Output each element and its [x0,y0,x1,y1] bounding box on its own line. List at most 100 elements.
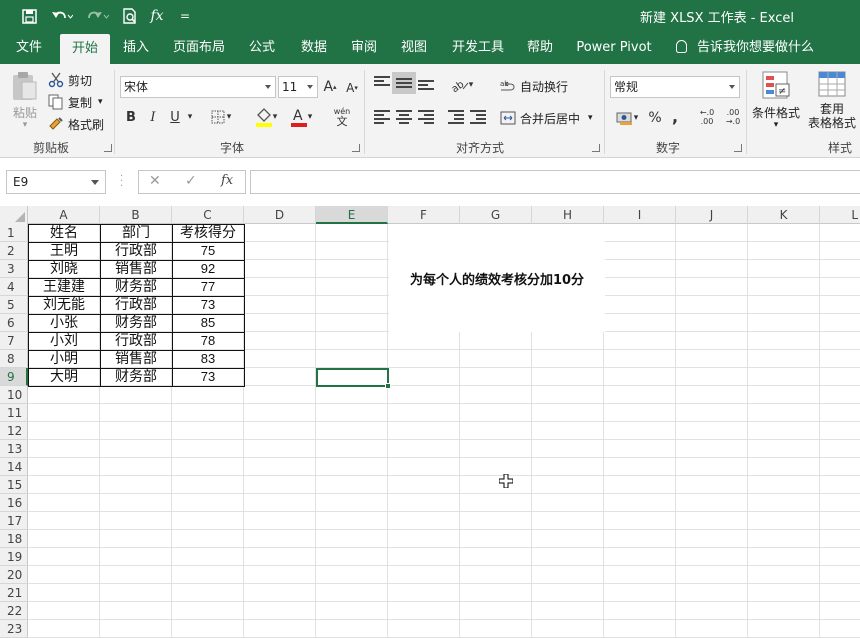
fill-color-button[interactable]: ▾ [252,106,280,128]
tab-data[interactable]: 数据 [292,32,336,64]
row-header[interactable]: 16 [0,494,28,512]
tab-formulas[interactable]: 公式 [240,32,284,64]
active-cell-e9[interactable] [316,368,391,389]
table-cell[interactable]: 85 [172,314,244,332]
tab-page-layout[interactable]: 页面布局 [166,32,232,64]
middle-align-button[interactable] [396,78,412,92]
row-header[interactable]: 13 [0,440,28,458]
comma-button[interactable]: , [668,106,682,126]
font-color-button[interactable]: A ▾ [286,106,316,128]
table-cell[interactable]: 83 [172,350,244,368]
tab-home[interactable]: 开始 [60,34,110,64]
table-cell[interactable]: 王明 [28,242,100,260]
decrease-indent-button[interactable] [448,110,464,124]
column-header-c[interactable]: C [172,206,244,224]
table-cell[interactable]: 77 [172,278,244,296]
column-header-e[interactable]: E [316,206,388,224]
font-name-select[interactable]: 宋体 [120,76,276,98]
number-launcher[interactable] [734,144,742,152]
tab-review[interactable]: 审阅 [342,32,386,64]
row-header[interactable]: 10 [0,386,28,404]
table-cell[interactable]: 行政部 [100,242,172,260]
tab-power-pivot[interactable]: Power Pivot [572,32,656,64]
align-center-button[interactable] [396,110,412,124]
table-format-button[interactable]: 套用 表格格式 [804,70,860,138]
row-header[interactable]: 5 [0,296,28,314]
underline-button[interactable]: U [168,108,182,126]
table-cell[interactable]: 73 [172,368,244,386]
table-cell[interactable]: 行政部 [100,332,172,350]
tab-developer[interactable]: 开发工具 [444,32,512,64]
format-painter-button[interactable]: 格式刷 [48,114,104,134]
decrease-decimal-button[interactable]: .00 →.0 [722,106,744,128]
paste-button[interactable]: 粘贴 ▾ [8,70,42,130]
currency-button[interactable]: ▾ [612,108,642,128]
row-header[interactable]: 11 [0,404,28,422]
bottom-align-button[interactable] [418,80,434,94]
save-icon[interactable] [18,5,40,27]
row-header[interactable]: 19 [0,548,28,566]
column-header-b[interactable]: B [100,206,172,224]
cancel-button[interactable]: ✕ [149,173,161,189]
table-cell[interactable]: 小刘 [28,332,100,350]
table-cell[interactable]: 财务部 [100,368,172,386]
table-cell[interactable]: 行政部 [100,296,172,314]
row-header[interactable]: 14 [0,458,28,476]
align-right-button[interactable] [418,110,434,124]
table-cell[interactable]: 刘无能 [28,296,100,314]
row-header[interactable]: 21 [0,584,28,602]
row-header[interactable]: 2 [0,242,28,260]
row-header[interactable]: 18 [0,530,28,548]
column-header-a[interactable]: A [28,206,100,224]
row-header[interactable]: 3 [0,260,28,278]
table-cell[interactable]: 王建建 [28,278,100,296]
row-header[interactable]: 20 [0,566,28,584]
alignment-launcher[interactable] [592,144,600,152]
row-header[interactable]: 1 [0,224,28,242]
percent-button[interactable]: % [646,108,664,128]
merge-center-button[interactable]: 合并后居中 ▾ [500,108,593,128]
align-left-button[interactable] [374,110,390,124]
column-header-g[interactable]: G [460,206,532,224]
column-header-i[interactable]: I [604,206,676,224]
tab-help[interactable]: 帮助 [518,32,562,64]
formula-input[interactable] [250,170,860,194]
orientation-button[interactable]: ab ▾ [448,76,476,94]
copy-button[interactable]: 复制 ▾ [48,92,103,112]
row-header[interactable]: 17 [0,512,28,530]
table-cell[interactable]: 小张 [28,314,100,332]
column-header-j[interactable]: J [676,206,748,224]
table-header-cell[interactable]: 部门 [100,224,172,242]
fx-icon[interactable]: fx [148,5,166,27]
row-header[interactable]: 23 [0,620,28,638]
print-preview-icon[interactable] [120,5,140,27]
top-align-button[interactable] [374,76,390,90]
number-format-select[interactable]: 常规 [610,76,740,98]
wrap-text-button[interactable]: ab 自动换行 [500,76,568,96]
increase-decimal-button[interactable]: ←.0.00 [696,106,718,128]
column-header-f[interactable]: F [388,206,460,224]
tab-file[interactable]: 文件 [6,32,52,64]
underline-dropdown-icon[interactable]: ▾ [186,108,194,126]
increase-indent-button[interactable] [470,110,486,124]
border-button[interactable]: ▾ [208,108,234,126]
name-box[interactable]: E9 [6,170,106,194]
phonetic-button[interactable]: wén 文 [328,104,356,130]
row-header[interactable]: 4 [0,278,28,296]
row-header[interactable]: 22 [0,602,28,620]
column-header-l[interactable]: L [820,206,860,224]
table-cell[interactable]: 销售部 [100,260,172,278]
row-header[interactable]: 12 [0,422,28,440]
select-all-corner[interactable] [0,206,28,224]
table-header-cell[interactable]: 考核得分 [172,224,244,242]
row-header-selected[interactable]: 9 [0,368,28,386]
table-cell[interactable]: 刘晓 [28,260,100,278]
table-cell[interactable]: 财务部 [100,314,172,332]
undo-icon[interactable] [48,5,76,27]
row-header[interactable]: 8 [0,350,28,368]
italic-button[interactable]: I [146,108,160,126]
formula-bar-grip[interactable]: · · · [120,172,124,192]
tab-view[interactable]: 视图 [392,32,436,64]
font-launcher[interactable] [352,144,360,152]
shrink-font-button[interactable]: A ▾ [344,79,360,97]
